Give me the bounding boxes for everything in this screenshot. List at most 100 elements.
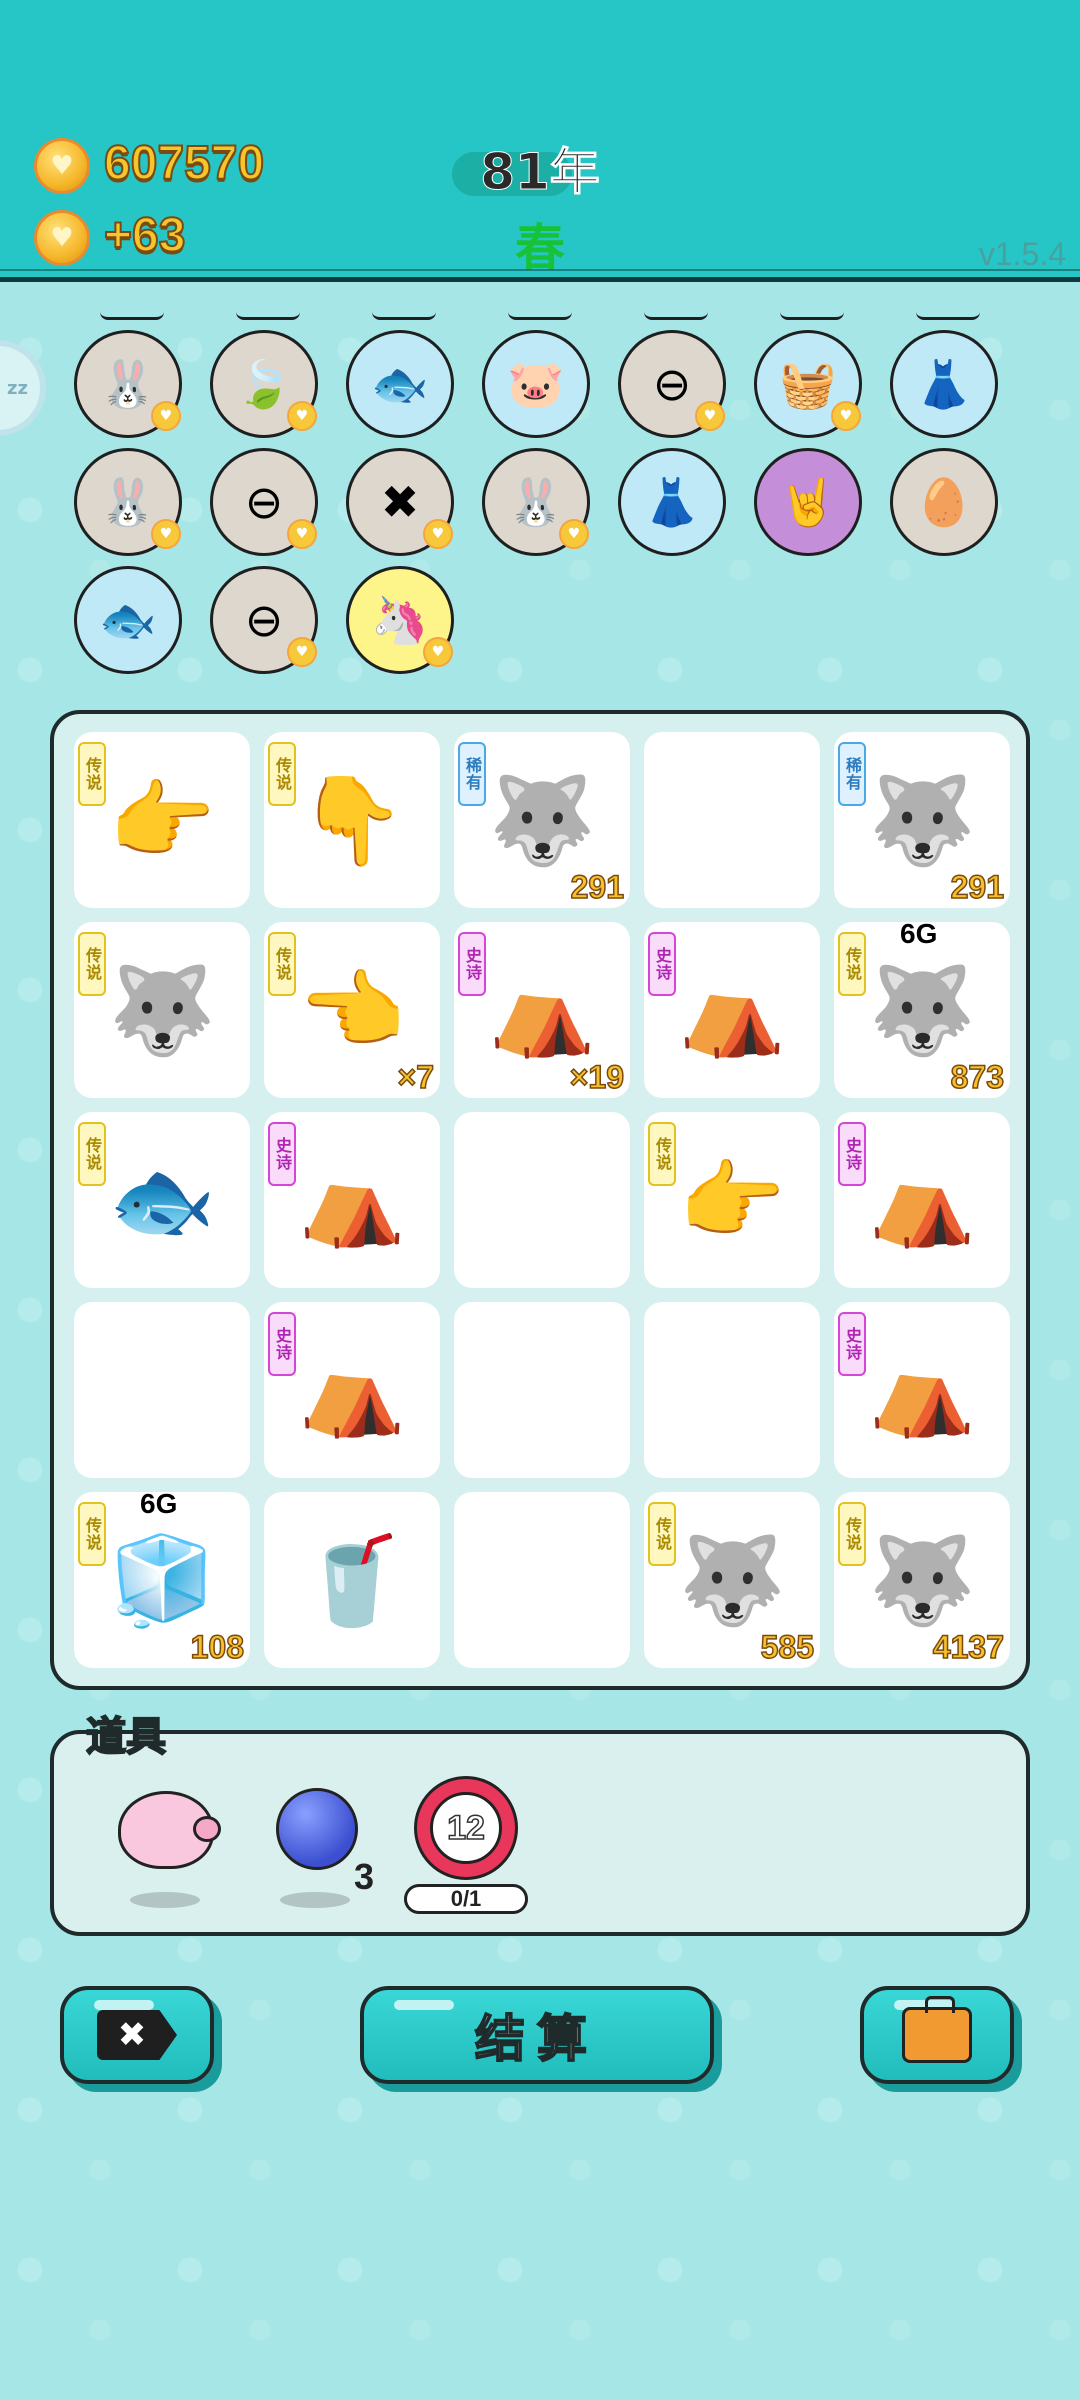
heart-icon: ♥ <box>151 401 181 431</box>
cell-item-icon: 🐺 <box>678 1530 786 1631</box>
board-cell[interactable] <box>644 1302 820 1478</box>
collection-item[interactable]: 👗 <box>618 448 726 556</box>
collection-item[interactable]: ⊖ ♥ <box>618 330 726 438</box>
collection-item[interactable]: 👗 <box>890 330 998 438</box>
cell-value: 291 <box>570 868 625 906</box>
collection-item[interactable]: 🧺 ♥ <box>754 330 862 438</box>
collection-item-icon: 🥚 <box>915 474 973 529</box>
collection-item[interactable]: ⊖ ♥ <box>210 448 318 556</box>
piggy-bank-icon <box>118 1791 221 1869</box>
cell-value: 873 <box>950 1058 1005 1096</box>
board-cell[interactable]: 传说 6G 🧊 108 <box>74 1488 250 1668</box>
board-cell[interactable]: 传说 6G 🐺 873 <box>834 918 1010 1098</box>
bag-button[interactable] <box>860 1986 1014 2084</box>
collection-item[interactable]: 🐷 <box>482 330 590 438</box>
board-cell[interactable]: 传说 🐺 <box>74 922 250 1098</box>
board-cell[interactable]: 史诗 ⛺ <box>834 1302 1010 1478</box>
delete-icon: ✖ <box>97 2010 177 2060</box>
cell-item-icon: 🐺 <box>868 960 976 1061</box>
collection-item-icon: 👗 <box>915 356 973 411</box>
timer-prop[interactable]: 12 <box>414 1776 518 1880</box>
collection-item-icon: 🐰 <box>507 474 565 529</box>
collection-item[interactable]: ⊖ ♥ <box>210 566 318 674</box>
delete-button[interactable]: ✖ <box>60 1986 214 2084</box>
board-cell[interactable] <box>644 732 820 908</box>
year-label: 81年 <box>480 143 601 202</box>
cell-item-icon: 👇 <box>298 770 406 871</box>
collection-item-icon: 🐟 <box>99 592 157 647</box>
collection-item-icon: 🧺 <box>779 356 837 411</box>
board-cell[interactable] <box>74 1302 250 1478</box>
collection-item[interactable]: 🤘 <box>754 448 862 556</box>
collection-item[interactable]: 🐰 ♥ <box>74 448 182 556</box>
cell-value: ×7 <box>397 1058 435 1096</box>
cell-item-icon: 👈 <box>298 960 406 1061</box>
collection-item-icon: 🍃 <box>235 356 293 411</box>
cell-item-icon: 👉 <box>678 1150 786 1251</box>
collection-item[interactable]: 🐰 ♥ <box>74 330 182 438</box>
board-cell[interactable]: 史诗 ⛺ <box>644 922 820 1098</box>
board-cell[interactable]: 史诗 ⛺ <box>264 1112 440 1288</box>
collection-item[interactable]: 🐰 ♥ <box>482 448 590 556</box>
heart-icon: ♥ <box>287 637 317 667</box>
collection-item-icon: ⊖ <box>244 475 284 529</box>
board-cell[interactable]: 传说 🐺 585 <box>644 1492 820 1668</box>
hidden-row-stub <box>372 312 436 320</box>
collection-item[interactable]: 🦄 ♥ <box>346 566 454 674</box>
collection-item-icon: 🐷 <box>507 356 565 411</box>
collection-item[interactable]: 🍃 ♥ <box>210 330 318 438</box>
cell-item-icon: 🐺 <box>488 770 596 871</box>
settle-button[interactable]: 结算 <box>360 1986 714 2084</box>
grade-tag: 6G <box>900 918 938 949</box>
blue-ball-prop[interactable] <box>272 1784 362 1874</box>
board-cell[interactable]: 史诗 ⛺ <box>264 1302 440 1478</box>
coin-balance: 607570 <box>103 136 265 191</box>
board-cell[interactable] <box>454 1302 630 1478</box>
board-cell[interactable]: 传说 🐺 4137 <box>834 1492 1010 1668</box>
board-cell[interactable]: 稀有 🐺 291 <box>454 732 630 908</box>
collection-item-icon: 🦄 <box>371 592 429 647</box>
collection-item[interactable]: ✖ ♥ <box>346 448 454 556</box>
game-board: 传说 👉 传说 👇 稀有 🐺 291 稀有 🐺 291 传说 🐺 传说 👈 ×7 史诗 ⛺ ×19 史诗 ⛺ 传说 6G 🐺… <box>50 710 1030 1690</box>
cell-value: ×19 <box>569 1058 625 1096</box>
board-cell[interactable]: 传说 👉 <box>74 732 250 908</box>
cell-item-icon: ⛺ <box>868 1340 976 1441</box>
cell-item-icon: 🥤 <box>298 1530 406 1631</box>
cell-item-icon: 🐟 <box>108 1150 216 1251</box>
cell-item-icon: ⛺ <box>488 960 596 1061</box>
piggy-bank-prop[interactable] <box>110 1780 222 1880</box>
timer-value: 12 <box>446 1808 485 1848</box>
board-cell[interactable]: 传说 👉 <box>644 1112 820 1288</box>
board-cell[interactable]: 史诗 ⛺ ×19 <box>454 922 630 1098</box>
board-cell[interactable] <box>454 1492 630 1668</box>
heart-icon: ♥ <box>423 637 453 667</box>
hidden-row-stub <box>236 312 300 320</box>
sleep-badge[interactable]: zz <box>0 340 46 436</box>
bag-icon <box>902 1996 972 2063</box>
heart-icon: ♥ <box>831 401 861 431</box>
heart-icon: ♥ <box>559 519 589 549</box>
board-cell[interactable]: 传说 👇 <box>264 732 440 908</box>
cell-item-icon: 🧊 <box>108 1530 216 1631</box>
collection-item[interactable]: 🐟 <box>346 330 454 438</box>
season-label: 春 <box>515 219 565 277</box>
prop-shadow <box>280 1892 350 1908</box>
heart-icon: ♥ <box>695 401 725 431</box>
collection-item[interactable]: 🥚 <box>890 448 998 556</box>
settle-label: 结算 <box>474 2009 599 2069</box>
cell-value: 108 <box>190 1628 245 1666</box>
board-cell[interactable]: 传说 👈 ×7 <box>264 922 440 1098</box>
board-cell[interactable] <box>454 1112 630 1288</box>
heart-icon: ♥ <box>287 519 317 549</box>
board-cell[interactable]: 传说 🐟 <box>74 1112 250 1288</box>
collection-item-icon: ⊖ <box>652 357 692 411</box>
heart-icon: ♥ <box>287 401 317 431</box>
board-cell[interactable]: 🥤 <box>264 1492 440 1668</box>
collection-item[interactable]: 🐟 <box>74 566 182 674</box>
blue-ball-icon <box>276 1788 358 1870</box>
cell-value: 4137 <box>932 1628 1005 1666</box>
cell-value: 585 <box>760 1628 815 1666</box>
board-cell[interactable]: 史诗 ⛺ <box>834 1112 1010 1288</box>
board-cell[interactable]: 稀有 🐺 291 <box>834 732 1010 908</box>
cell-value: 291 <box>950 868 1005 906</box>
